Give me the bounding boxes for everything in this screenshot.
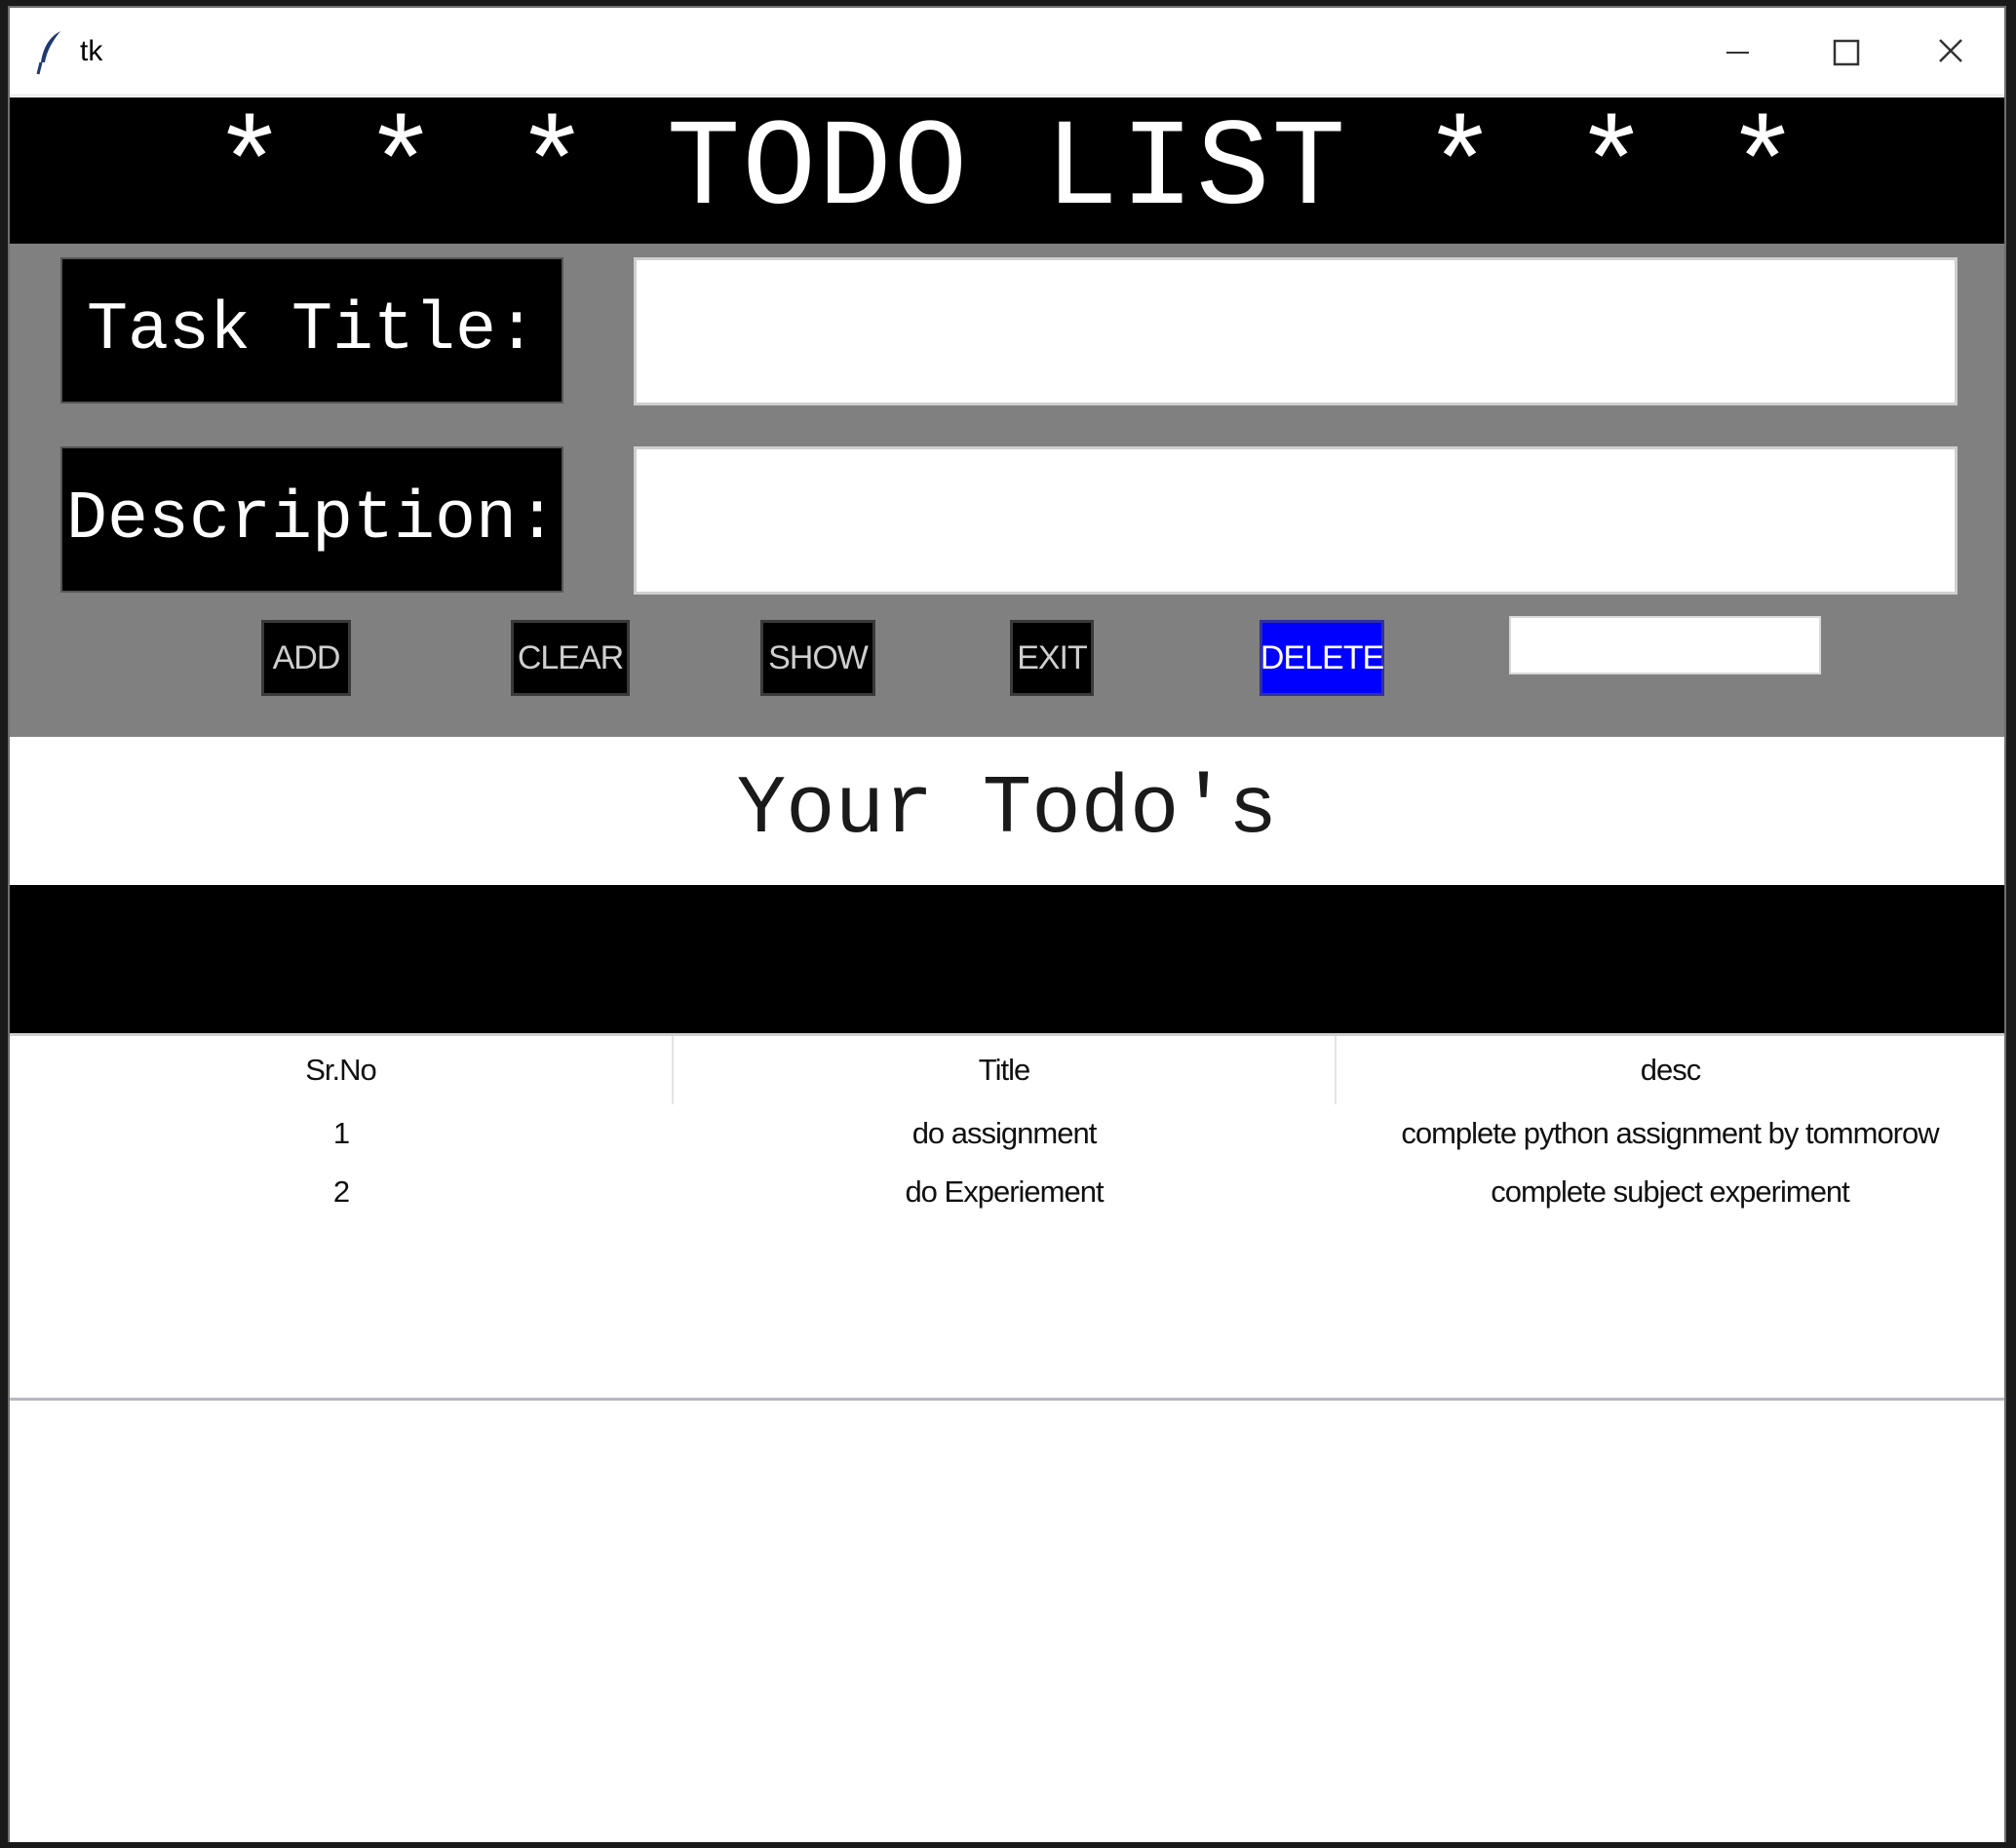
cell-desc: complete subject experiment	[1491, 1174, 1850, 1209]
maximize-icon	[1833, 39, 1860, 66]
clear-button[interactable]: CLEAR	[511, 620, 630, 696]
task-title-input[interactable]	[634, 257, 1958, 405]
app-window: tk * * * TODO LIST * * * Task Title: Des…	[8, 6, 2006, 1842]
exit-button[interactable]: EXIT	[1010, 620, 1094, 696]
column-header-srno[interactable]: Sr.No	[10, 1036, 674, 1104]
empty-content-area	[10, 1401, 2004, 1842]
table-row[interactable]: 2 do Experiement complete subject experi…	[10, 1163, 2004, 1221]
table-header-row: Sr.No Title desc	[10, 1036, 2004, 1104]
minimize-icon	[1726, 52, 1749, 54]
feather-icon	[35, 29, 68, 76]
close-icon	[1939, 39, 1962, 62]
description-input[interactable]	[634, 446, 1958, 595]
close-button[interactable]	[1897, 18, 2004, 86]
show-button[interactable]: SHOW	[760, 620, 875, 696]
window-title: tk	[80, 35, 103, 67]
cell-title: do Experiement	[905, 1174, 1104, 1209]
add-button[interactable]: ADD	[261, 620, 351, 696]
cell-srno: 1	[332, 1116, 350, 1150]
column-header-desc[interactable]: desc	[1336, 1036, 2004, 1104]
task-title-label: Task Title:	[60, 257, 563, 404]
cell-desc: complete python assignment by tommorow	[1401, 1116, 1939, 1150]
minimize-button[interactable]	[1683, 18, 1790, 86]
column-header-title[interactable]: Title	[673, 1036, 1337, 1104]
table-row[interactable]: 1 do assignment complete python assignme…	[10, 1104, 2004, 1163]
separator-band	[10, 885, 2004, 1033]
delete-button[interactable]: DELETE	[1260, 620, 1384, 696]
delete-index-input[interactable]	[1509, 616, 1821, 674]
description-label: Description:	[60, 446, 563, 593]
todo-table[interactable]: Sr.No Title desc 1 do assignment complet…	[10, 1033, 2004, 1400]
title-bar[interactable]: tk	[10, 8, 2004, 96]
todos-heading: Your Todo's	[10, 737, 2004, 885]
cell-srno: 2	[332, 1174, 350, 1209]
cell-title: do assignment	[911, 1116, 1098, 1150]
app-header: * * * TODO LIST * * *	[10, 97, 2004, 244]
maximize-button[interactable]	[1790, 18, 1897, 86]
task-form: Task Title: Description: ADD CLEAR SHOW …	[10, 244, 2004, 737]
